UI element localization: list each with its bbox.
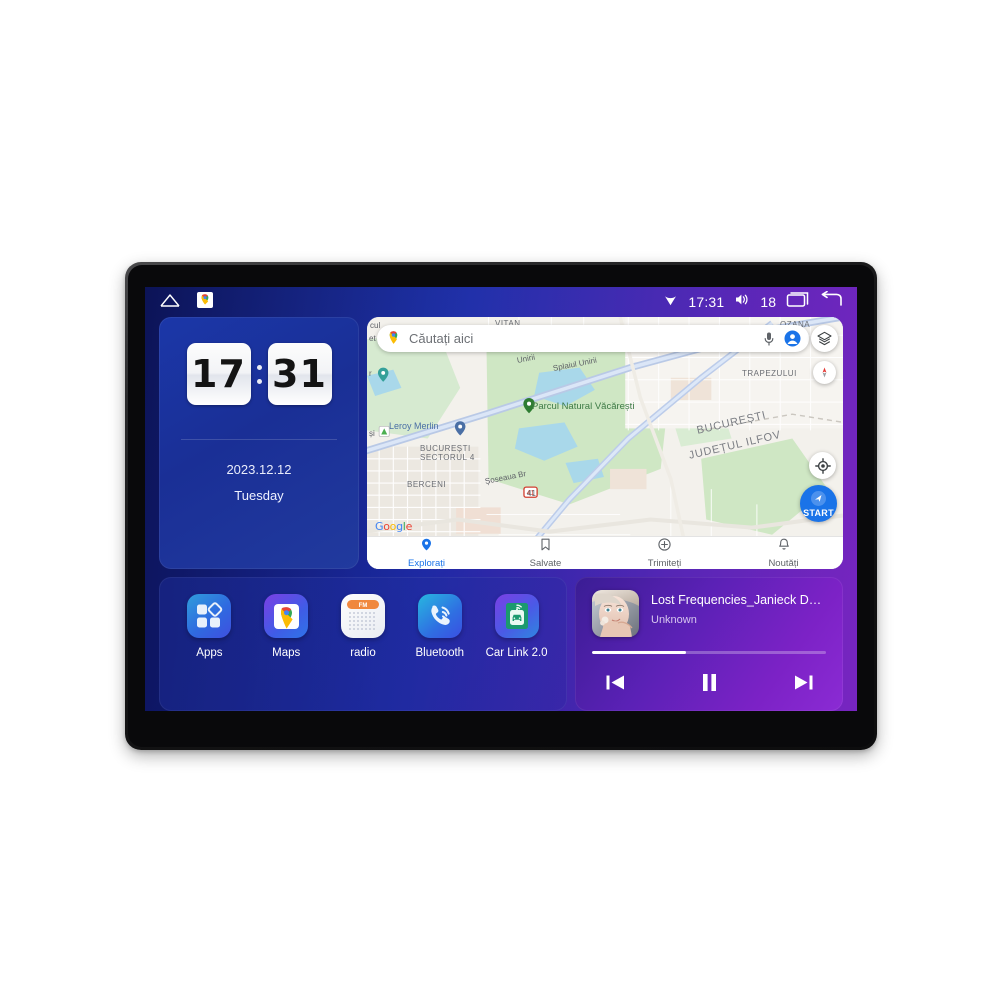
flip-clock: 17 31 xyxy=(186,343,332,405)
status-bar: 17:31 18 xyxy=(145,287,857,317)
clock-minutes: 31 xyxy=(267,343,332,405)
app-bluetooth[interactable]: Bluetooth xyxy=(405,594,475,659)
nav-contribute[interactable]: Trimiteți xyxy=(605,537,724,569)
status-time: 17:31 xyxy=(688,294,725,310)
nav-updates-label: Noutăți xyxy=(768,557,799,569)
map-label: TRAPEZULUI xyxy=(742,369,797,378)
map-label: et xyxy=(369,334,376,343)
compass-icon[interactable] xyxy=(813,361,836,384)
directions-arrow-icon xyxy=(811,491,826,506)
map-label: BERCENI xyxy=(407,480,447,489)
app-bluetooth-label: Bluetooth xyxy=(415,647,465,659)
car-head-unit-device: 17:31 18 17 31 2023.12.12 Tuesday 41 cul… xyxy=(125,262,877,750)
google-maps-icon[interactable] xyxy=(197,291,213,313)
app-apps-label: Apps xyxy=(196,647,223,659)
nav-explore[interactable]: Explorați xyxy=(367,538,486,569)
media-player: Lost Frequencies_Janieck Devy-... Unknow… xyxy=(575,577,843,711)
map-label: 41 xyxy=(527,489,536,498)
clock-widget[interactable]: 17 31 2023.12.12 Tuesday xyxy=(159,317,359,569)
nav-saved-label: Salvate xyxy=(529,557,562,569)
google-attribution: Google xyxy=(375,520,413,533)
map-label: r xyxy=(369,369,372,378)
apps-grid-icon xyxy=(187,594,232,638)
home-icon[interactable] xyxy=(159,292,181,313)
screen: 17:31 18 17 31 2023.12.12 Tuesday 41 cul… xyxy=(145,287,857,711)
clock-weekday: Tuesday xyxy=(234,488,284,503)
player-controls xyxy=(592,667,826,697)
map-layers-icon[interactable] xyxy=(811,325,838,352)
map-label: SECTORUL 4 xyxy=(420,453,475,462)
maps-widget[interactable]: 41 culetrșiVITANOZANAUniriiSplaiul Uniri… xyxy=(367,317,843,569)
back-arrow-icon[interactable] xyxy=(819,290,843,313)
map-label: BUCUREȘTI xyxy=(420,444,471,453)
map-label: și xyxy=(369,429,375,438)
google-maps-icon xyxy=(264,594,309,638)
nav-explore-label: Explorați xyxy=(408,557,445,569)
nav-updates[interactable]: Noutăți xyxy=(724,538,843,569)
dock-row: Apps Maps FM radio Bluetooth Car Link 2.… xyxy=(145,569,857,711)
next-track-icon[interactable] xyxy=(786,667,820,697)
app-dock: Apps Maps FM radio Bluetooth Car Link 2.… xyxy=(159,577,567,711)
svg-text:FM: FM xyxy=(359,603,368,609)
start-navigation-button[interactable]: START xyxy=(800,485,837,522)
clock-hours: 17 xyxy=(186,343,251,405)
fm-radio-icon: FM xyxy=(340,594,385,638)
updates-bell-icon xyxy=(778,538,790,556)
map-pin-icon xyxy=(385,330,402,347)
progress-fill xyxy=(592,651,686,654)
app-maps-label: Maps xyxy=(272,647,301,659)
bookmark-icon xyxy=(540,538,551,556)
gps-location-icon xyxy=(663,292,678,312)
start-label: START xyxy=(803,508,834,518)
car-link-phone-icon xyxy=(494,594,539,638)
nav-contribute-label: Trimiteți xyxy=(647,557,682,569)
my-location-icon[interactable] xyxy=(809,452,836,479)
player-track-info: Lost Frequencies_Janieck Devy-... Unknow… xyxy=(592,590,826,637)
map-label: Leroy Merlin xyxy=(389,421,439,431)
previous-track-icon[interactable] xyxy=(598,667,632,697)
map-label: Parcul Natural Văcărești xyxy=(532,401,635,412)
clock-divider xyxy=(181,439,337,440)
device-bezel: 17:31 18 17 31 2023.12.12 Tuesday 41 cul… xyxy=(128,265,874,747)
app-car-link[interactable]: Car Link 2.0 xyxy=(482,594,552,659)
app-apps[interactable]: Apps xyxy=(174,594,244,659)
track-title: Lost Frequencies_Janieck Devy-... xyxy=(651,593,826,607)
pause-icon[interactable] xyxy=(692,667,726,697)
contribute-plus-icon xyxy=(658,537,671,556)
track-artist: Unknown xyxy=(651,614,697,626)
microphone-icon[interactable] xyxy=(760,330,777,347)
volume-level: 18 xyxy=(760,294,776,310)
map-search-bar[interactable]: Căutați aici xyxy=(377,325,809,352)
nav-saved[interactable]: Salvate xyxy=(486,538,605,569)
account-avatar-icon[interactable] xyxy=(784,330,801,347)
clock-date: 2023.12.12 xyxy=(226,462,292,477)
map-search-placeholder: Căutați aici xyxy=(409,331,474,346)
recent-apps-icon[interactable] xyxy=(786,291,809,313)
explore-pin-icon xyxy=(421,538,432,556)
volume-icon[interactable] xyxy=(734,292,750,312)
maps-bottom-nav: Explorați Salvate Trimiteți Noutăți xyxy=(367,536,843,569)
app-radio[interactable]: FM radio xyxy=(328,594,398,659)
clock-colon xyxy=(256,364,262,384)
progress-bar[interactable] xyxy=(592,651,826,654)
phone-signal-icon xyxy=(417,594,462,638)
album-art xyxy=(592,590,639,637)
app-radio-label: radio xyxy=(350,647,376,659)
app-car-link-label: Car Link 2.0 xyxy=(485,647,548,659)
widgets-row: 17 31 2023.12.12 Tuesday 41 cul et r și … xyxy=(145,317,857,569)
app-maps[interactable]: Maps xyxy=(251,594,321,659)
map-label: cul xyxy=(370,321,381,330)
